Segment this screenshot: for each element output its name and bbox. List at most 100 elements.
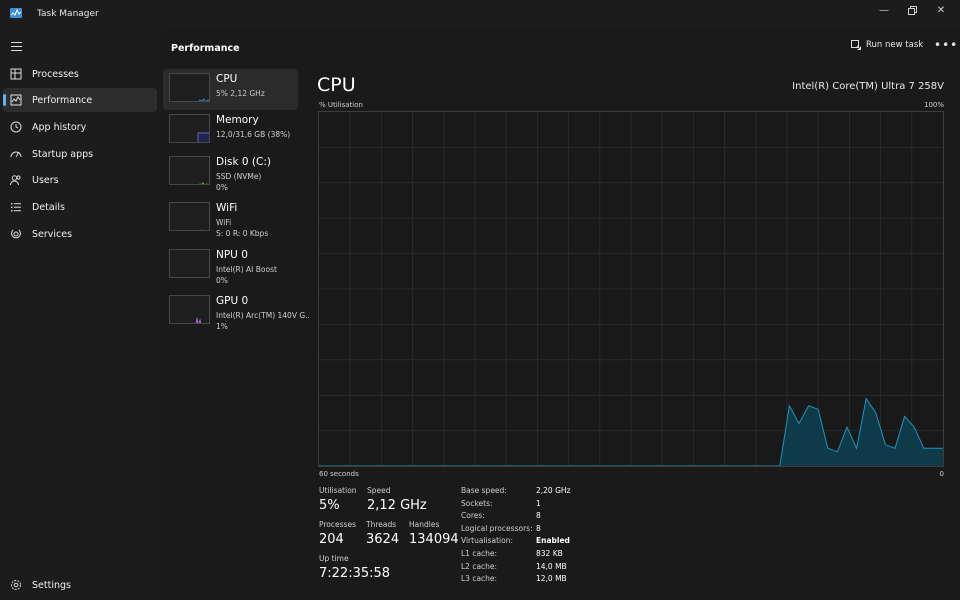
cpu-thumbnail xyxy=(169,73,210,102)
nav-label: Details xyxy=(32,201,65,213)
sidebar: Processes Performance App history Startu… xyxy=(0,30,160,600)
utilisation-value: 5% xyxy=(319,498,340,513)
perf-item-memory[interactable]: Memory 12,0/31,6 GB (38%) xyxy=(163,110,298,151)
run-task-icon xyxy=(851,40,861,50)
uptime-label: Up time xyxy=(319,554,349,563)
run-new-task-label: Run new task xyxy=(866,40,924,50)
x-axis-right-label: 0 xyxy=(939,470,944,478)
perf-item-detail: Intel(R) AI Boost xyxy=(216,265,277,274)
gear-icon xyxy=(11,580,21,590)
memory-thumbnail xyxy=(169,114,210,143)
perf-item-name: Memory xyxy=(216,114,259,126)
gpu-thumbnail xyxy=(169,295,210,324)
nav-label: App history xyxy=(32,121,87,133)
minimize-button[interactable]: — xyxy=(869,3,899,17)
spec-value: 832 KB xyxy=(536,549,563,558)
nav-label: Services xyxy=(32,228,73,240)
close-button[interactable]: ✕ xyxy=(926,3,956,17)
perf-item-name: CPU xyxy=(216,73,238,85)
nav-app-history[interactable]: App history xyxy=(3,115,157,139)
nav-processes[interactable]: Processes xyxy=(3,62,157,86)
npu-thumbnail xyxy=(169,249,210,278)
spec-key: Virtualisation: xyxy=(461,536,513,545)
nav-label: Performance xyxy=(32,94,93,106)
nav-settings[interactable]: Settings xyxy=(3,573,157,597)
spec-value: 12,0 MB xyxy=(536,574,567,583)
perf-item-name: WiFi xyxy=(216,202,238,214)
restore-button[interactable] xyxy=(897,3,927,17)
handles-value: 134094 xyxy=(409,532,459,547)
cpu-graph-svg xyxy=(319,112,943,467)
perf-item-gpu[interactable]: GPU 0 Intel(R) Arc(TM) 140V G.. 1% xyxy=(163,291,310,332)
spec-key: Cores: xyxy=(461,511,485,520)
perf-item-cpu[interactable]: CPU 5% 2,12 GHz xyxy=(163,69,298,110)
nav-users[interactable]: Users xyxy=(3,168,157,192)
spec-value: 8 xyxy=(536,524,541,533)
speed-value: 2,12 GHz xyxy=(367,498,427,513)
perf-item-detail: Intel(R) Arc(TM) 140V G.. xyxy=(216,311,310,320)
perf-item-value: S: 0 R: 0 Kbps xyxy=(216,229,269,238)
detail-title: CPU xyxy=(317,74,356,96)
spec-key: Base speed: xyxy=(461,486,507,495)
main-panel: Performance Run new task ••• CPU 5% 2,12… xyxy=(160,30,960,600)
spec-key: L2 cache: xyxy=(461,562,498,571)
page-title: Performance xyxy=(171,43,240,54)
task-manager-icon xyxy=(10,8,22,18)
cpu-utilisation-graph xyxy=(318,111,944,467)
spec-key: L1 cache: xyxy=(461,549,498,558)
perf-item-detail: 12,0/31,6 GB (38%) xyxy=(216,130,291,139)
history-icon xyxy=(10,121,22,133)
speedometer-icon xyxy=(10,151,22,158)
nav-label: Users xyxy=(32,174,59,186)
processes-label: Processes xyxy=(319,520,356,529)
cpu-model: Intel(R) Core(TM) Ultra 7 258V xyxy=(792,81,944,92)
nav-startup-apps[interactable]: Startup apps xyxy=(3,142,157,166)
perf-item-name: Disk 0 (C:) xyxy=(216,156,271,168)
users-icon xyxy=(10,175,21,186)
handles-label: Handles xyxy=(409,520,440,529)
close-icon: ✕ xyxy=(936,4,946,16)
nav-label: Processes xyxy=(32,68,79,80)
processes-value: 204 xyxy=(319,532,344,547)
utilisation-label: Utilisation xyxy=(319,486,357,495)
spec-key: Sockets: xyxy=(461,499,493,508)
spec-value: Enabled xyxy=(536,536,570,545)
perf-item-wifi[interactable]: WiFi WiFi S: 0 R: 0 Kbps xyxy=(163,198,298,239)
perf-item-name: GPU 0 xyxy=(216,295,249,307)
active-indicator xyxy=(3,94,6,106)
uptime-value: 7:22:35:58 xyxy=(319,566,391,581)
window-title: Task Manager xyxy=(37,9,99,19)
perf-item-detail: WiFi xyxy=(216,218,232,227)
title-bar: Task Manager — ✕ xyxy=(0,0,960,30)
spec-value: 1 xyxy=(536,499,541,508)
nav-label: Settings xyxy=(32,579,71,591)
run-new-task-button[interactable]: Run new task xyxy=(851,40,923,50)
wifi-thumbnail xyxy=(169,202,210,231)
perf-item-detail: SSD (NVMe) xyxy=(216,172,262,181)
disk-thumbnail xyxy=(169,156,210,185)
spec-value: 14,0 MB xyxy=(536,562,567,571)
threads-label: Threads xyxy=(366,520,397,529)
nav-services[interactable]: Services xyxy=(3,222,157,246)
threads-value: 3624 xyxy=(366,532,400,547)
nav-performance[interactable]: Performance xyxy=(3,88,157,112)
nav-details[interactable]: Details xyxy=(3,195,157,219)
minimize-icon: — xyxy=(879,4,889,16)
perf-item-disk[interactable]: Disk 0 (C:) SSD (NVMe) 0% xyxy=(163,152,298,193)
hamburger-menu-icon[interactable] xyxy=(11,42,22,51)
perf-item-npu[interactable]: NPU 0 Intel(R) AI Boost 0% xyxy=(163,245,298,286)
services-icon xyxy=(11,229,21,239)
more-options-icon[interactable]: ••• xyxy=(934,38,958,52)
y-axis-label: % Utilisation xyxy=(319,101,363,109)
perf-item-detail: 5% 2,12 GHz xyxy=(216,89,265,98)
restore-icon xyxy=(907,5,917,15)
performance-icon xyxy=(10,94,22,106)
perf-item-value: 0% xyxy=(216,276,228,285)
speed-label: Speed xyxy=(367,486,391,495)
perf-item-value: 0% xyxy=(216,183,228,192)
processes-icon xyxy=(10,68,22,80)
details-list-icon xyxy=(11,203,21,212)
spec-value: 2,20 GHz xyxy=(536,486,571,495)
y-axis-max: 100% xyxy=(923,101,944,109)
nav-label: Startup apps xyxy=(32,148,94,160)
